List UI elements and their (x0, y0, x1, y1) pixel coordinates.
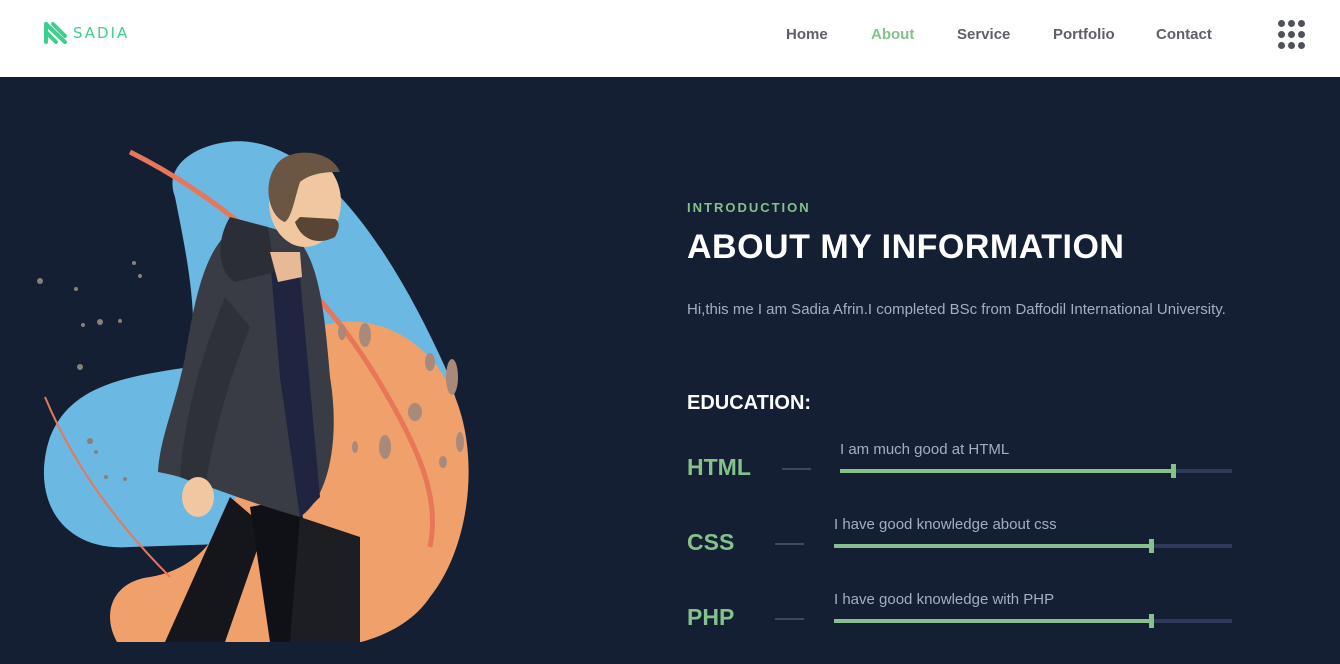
nav-home[interactable]: Home (786, 26, 828, 43)
nav-portfolio[interactable]: Portfolio (1053, 26, 1115, 43)
main-nav: Home About Service Portfolio Contact (0, 26, 1340, 46)
skill-description: I have good knowledge about css (834, 516, 1057, 533)
skill-name: PHP (687, 604, 735, 630)
nav-service[interactable]: Service (957, 26, 1010, 43)
hero-illustration (0, 77, 560, 650)
skill-progress-bar (834, 614, 1232, 628)
top-navbar: SADIA Home About Service Portfolio Conta… (0, 0, 1340, 77)
page-title: ABOUT MY INFORMATION (687, 228, 1125, 266)
nav-contact[interactable]: Contact (1156, 26, 1212, 43)
skill-row-php: PHP I have good knowledge with PHP (687, 591, 1247, 664)
skill-row-css: CSS I have good knowledge about css (687, 516, 1247, 589)
grid-dots-icon[interactable] (1278, 20, 1308, 50)
skill-progress-fill (840, 469, 1174, 473)
skill-progress-fill (834, 544, 1152, 548)
skill-progress-bar (834, 539, 1232, 553)
skill-progress-knob (1171, 464, 1177, 478)
skill-divider (775, 618, 804, 620)
skill-description: I am much good at HTML (840, 441, 1010, 458)
skill-divider (782, 468, 811, 470)
skill-progress-bar (840, 464, 1232, 478)
about-section: INTRODUCTION ABOUT MY INFORMATION Hi,thi… (687, 77, 1247, 642)
walking-man-illustration (37, 141, 469, 650)
skill-progress-knob (1149, 614, 1155, 628)
skill-progress-fill (834, 619, 1152, 623)
education-heading: EDUCATION: (687, 392, 812, 414)
skill-name: HTML (687, 454, 751, 480)
skill-name: CSS (687, 529, 735, 555)
skill-row-html: HTML I am much good at HTML (687, 441, 1247, 514)
skill-description: I have good knowledge with PHP (834, 591, 1055, 608)
nav-about[interactable]: About (871, 26, 914, 43)
section-eyebrow: INTRODUCTION (687, 200, 811, 215)
skill-progress-knob (1149, 539, 1155, 553)
skill-divider (775, 543, 804, 545)
intro-text: Hi,this me I am Sadia Afrin.I completed … (687, 301, 1226, 318)
